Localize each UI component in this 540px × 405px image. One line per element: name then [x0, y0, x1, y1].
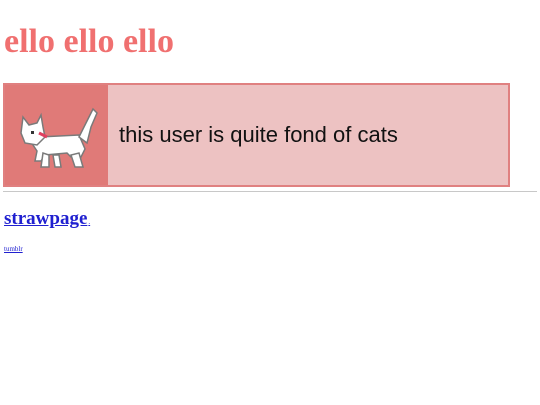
divider	[3, 191, 537, 192]
tumblr-link[interactable]: tumblr	[4, 245, 23, 253]
strawpage-dot-link[interactable]: .	[88, 218, 90, 226]
white-cat-icon	[19, 107, 98, 168]
userbox-image	[5, 85, 108, 185]
userbox: this user is quite fond of cats	[3, 83, 510, 187]
page-title: ello ello ello	[4, 23, 174, 60]
strawpage-link[interactable]: strawpage	[4, 208, 87, 229]
site-link-line: strawpage.	[4, 208, 90, 230]
userbox-text: this user is quite fond of cats	[108, 85, 508, 185]
